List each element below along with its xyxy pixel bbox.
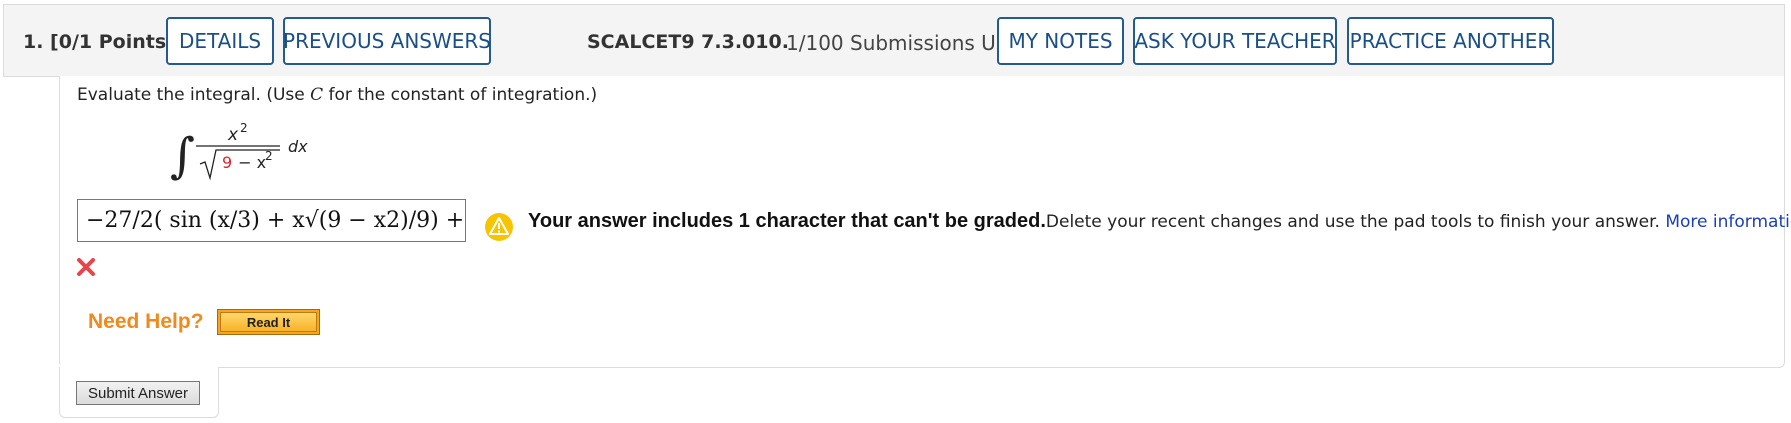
incorrect-x-icon <box>77 258 95 276</box>
radicand-constant: 9 <box>222 153 232 172</box>
practice-another-button[interactable]: PRACTICE ANOTHER <box>1347 17 1554 65</box>
warning-triangle-icon <box>485 213 513 241</box>
grading-warning: Your answer includes 1 character that ca… <box>528 210 1791 233</box>
ask-your-teacher-button[interactable]: ASK YOUR TEACHER <box>1133 17 1337 65</box>
answer-input[interactable]: −27/2( sin (x/3) + x√(9 − x2)/9) + C <box>77 199 466 242</box>
numerator: x <box>227 125 239 145</box>
read-it-button[interactable]: Read It <box>217 309 320 335</box>
differential: dx <box>288 137 308 156</box>
submit-answer-button[interactable]: Submit Answer <box>76 381 200 405</box>
read-it-label: Read It <box>220 312 317 332</box>
integral-sign: ∫ <box>170 128 195 184</box>
my-notes-button[interactable]: MY NOTES <box>997 17 1124 65</box>
warning-text: Delete your recent changes and use the p… <box>1045 212 1666 232</box>
details-button[interactable]: DETAILS <box>166 17 274 65</box>
question-header: 1. [0/1 Points] DETAILS PREVIOUS ANSWERS… <box>3 4 1785 77</box>
integral-expression: ∫ x 2 9 − x 2 dx <box>170 121 308 184</box>
radicand-exponent: 2 <box>265 149 273 163</box>
question-instruction: Evaluate the integral. (Use C for the co… <box>77 85 598 105</box>
more-information-link[interactable]: More information <box>1665 212 1791 232</box>
need-help-label: Need Help? <box>88 310 204 333</box>
previous-answers-button[interactable]: PREVIOUS ANSWERS <box>283 17 491 65</box>
assignment-code: SCALCET9 7.3.010. <box>587 31 789 53</box>
radicand-rest: − x <box>233 153 266 172</box>
submissions-count: 1/100 Submissions Used <box>786 31 1032 55</box>
numerator-exponent: 2 <box>240 121 248 135</box>
warning-bold-text: Your answer includes 1 character that ca… <box>528 210 1046 232</box>
question-points-label: 1. [0/1 Points] <box>23 31 175 53</box>
